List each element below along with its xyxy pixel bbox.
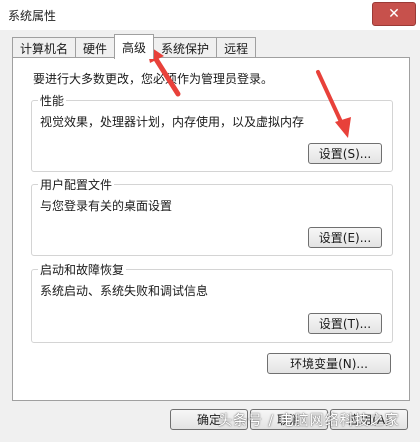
window-title: 系统属性 <box>8 9 57 23</box>
performance-group-label: 性能 <box>38 92 67 109</box>
user-profiles-settings-button[interactable]: 设置(E)... <box>308 227 382 248</box>
tab-system-protection[interactable]: 系统保护 <box>153 37 218 58</box>
startup-recovery-group-label: 启动和故障恢复 <box>38 261 127 278</box>
tab-remote[interactable]: 远程 <box>216 37 257 58</box>
startup-recovery-group: 启动和故障恢复 系统启动、系统失败和调试信息 设置(T)... <box>31 261 393 343</box>
user-profiles-group-label: 用户配置文件 <box>38 176 115 193</box>
startup-recovery-description: 系统启动、系统失败和调试信息 <box>40 284 209 298</box>
tab-hardware[interactable]: 硬件 <box>75 37 116 58</box>
tab-strip: 计算机名 硬件 高级 系统保护 远程 <box>12 34 257 59</box>
performance-description: 视觉效果，处理器计划，内存使用，以及虚拟内存 <box>40 115 305 129</box>
watermark-text: 头条号 / 电脑网络科技之家 <box>218 413 400 429</box>
user-profiles-group: 用户配置文件 与您登录有关的桌面设置 设置(E)... <box>31 176 393 256</box>
environment-variables-button[interactable]: 环境变量(N)... <box>267 353 391 374</box>
tab-advanced[interactable]: 高级 <box>114 34 155 59</box>
close-icon: ✕ <box>388 6 400 22</box>
user-profiles-description: 与您登录有关的桌面设置 <box>40 199 173 213</box>
performance-settings-button[interactable]: 设置(S)... <box>308 143 382 164</box>
advanced-tab-panel: 要进行大多数更改，您必须作为管理员登录。 性能 视觉效果，处理器计划，内存使用，… <box>12 57 410 401</box>
performance-group: 性能 视觉效果，处理器计划，内存使用，以及虚拟内存 设置(S)... <box>31 92 393 172</box>
title-bar: 系统属性 ✕ <box>0 0 420 30</box>
close-button[interactable]: ✕ <box>372 2 416 26</box>
tab-computer-name[interactable]: 计算机名 <box>12 37 77 58</box>
admin-note: 要进行大多数更改，您必须作为管理员登录。 <box>33 72 274 86</box>
startup-recovery-settings-button[interactable]: 设置(T)... <box>308 313 382 334</box>
